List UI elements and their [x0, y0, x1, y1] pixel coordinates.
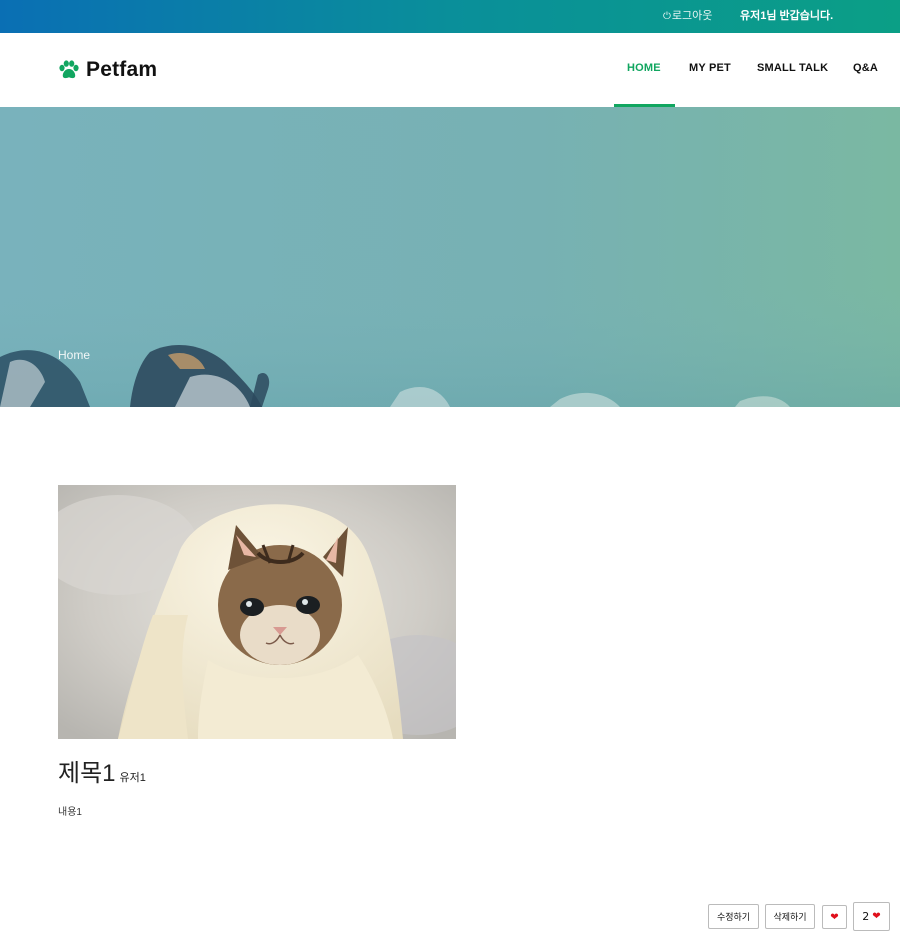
header: Petfam HOME MY PET SMALL TALK Q&A — [0, 33, 900, 107]
nav-my-pet[interactable]: MY PET — [689, 62, 731, 74]
logout-label: 로그아웃 — [671, 10, 713, 22]
edit-button[interactable]: 수정하기 — [708, 904, 759, 929]
like-button[interactable]: ❤ — [822, 905, 847, 929]
breadcrumb[interactable]: Home — [58, 348, 90, 362]
like-count: 2 — [862, 910, 870, 923]
heart-icon: ❤ — [830, 911, 839, 923]
nav-qna[interactable]: Q&A — [853, 62, 878, 74]
paw-icon — [59, 60, 79, 79]
top-bar: ⏻로그아웃 유저1님 반갑습니다. — [0, 0, 900, 33]
greeting-text: 유저1님 반갑습니다. — [740, 10, 834, 22]
like-count-button[interactable]: 2 ❤ — [853, 902, 890, 931]
post-image — [58, 485, 456, 739]
nav-small-talk[interactable]: SMALL TALK — [757, 62, 828, 74]
post-author: 유저1 — [119, 772, 146, 784]
hero-banner: Home — [0, 107, 900, 407]
power-icon: ⏻ — [663, 11, 671, 22]
logo[interactable]: Petfam — [58, 57, 157, 83]
post-content: 내용1 — [58, 807, 82, 818]
heart-icon: ❤ — [872, 911, 881, 922]
post-title-row: 제목1 유저1 — [58, 753, 146, 788]
logo-text: Petfam — [86, 58, 158, 81]
nav-home[interactable]: HOME — [627, 62, 661, 74]
post-title: 제목1 — [58, 760, 116, 787]
delete-button[interactable]: 삭제하기 — [765, 904, 815, 929]
hero-background-image — [0, 287, 900, 407]
logout-link[interactable]: ⏻로그아웃 — [663, 7, 712, 23]
